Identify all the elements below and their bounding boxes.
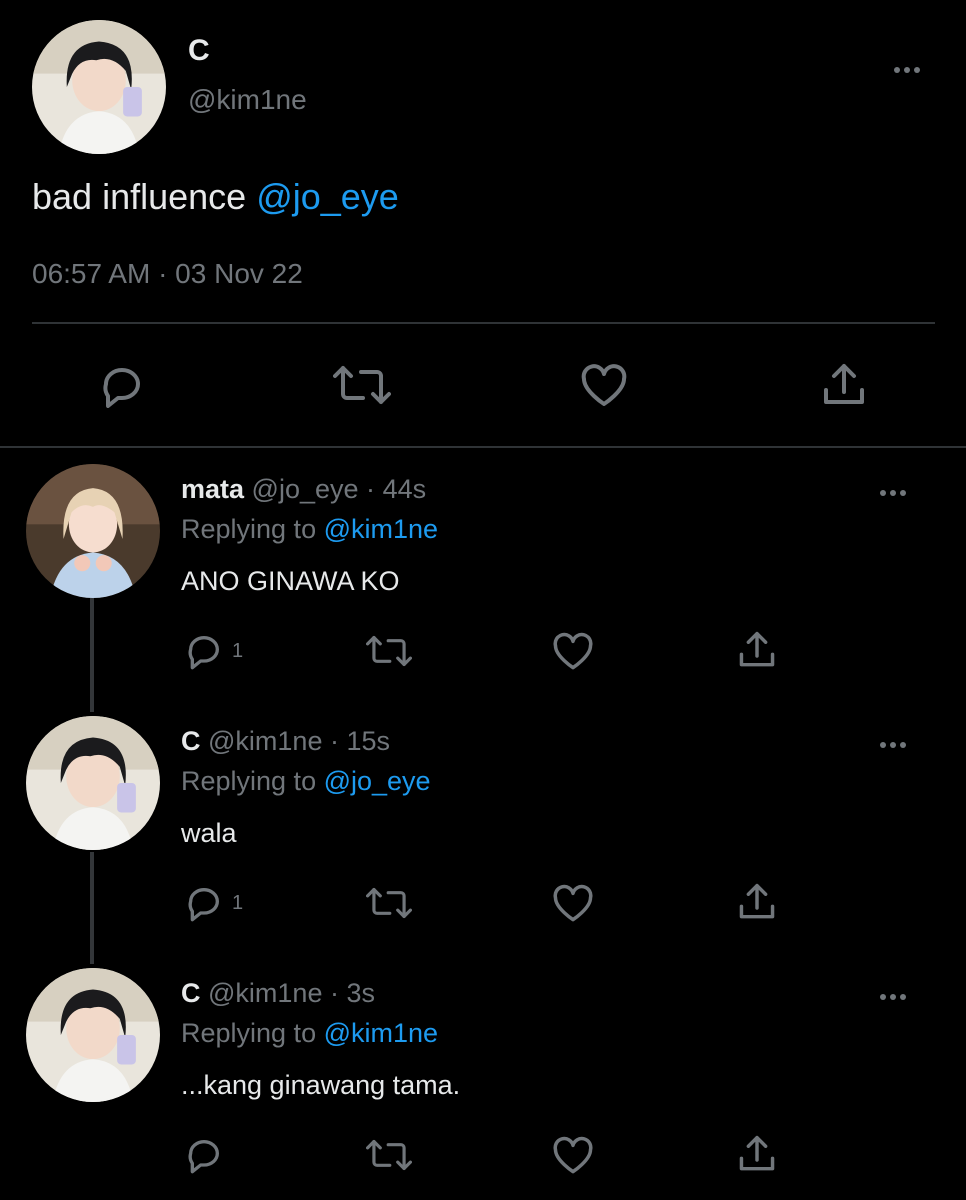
reply-more-icon[interactable] — [880, 735, 920, 755]
thread-line — [90, 852, 94, 964]
retweet-icon[interactable] — [366, 1138, 412, 1172]
reply-header: C @kim1ne · 3s — [181, 978, 375, 1009]
main-divider — [32, 322, 935, 324]
replying-to-mention[interactable]: @kim1ne — [324, 514, 438, 544]
reply-handle[interactable]: @kim1ne — [208, 978, 322, 1008]
replying-to-label: Replying to — [181, 766, 324, 796]
reply-text: wala — [181, 818, 237, 848]
reply-count: 1 — [232, 640, 244, 662]
share-icon[interactable] — [738, 630, 776, 670]
heart-icon[interactable] — [552, 1136, 594, 1174]
replying-to-line: Replying to @jo_eye — [181, 766, 431, 797]
share-icon[interactable] — [738, 1134, 776, 1174]
heart-icon[interactable] — [552, 632, 594, 670]
main-more-icon[interactable] — [894, 60, 934, 80]
reply-more-icon[interactable] — [880, 483, 920, 503]
main-display-name[interactable]: C — [188, 34, 210, 68]
reply-display-name[interactable]: mata — [181, 474, 244, 504]
reply-dot: · — [329, 978, 339, 1008]
main-tweet-mention[interactable]: @jo_eye — [256, 176, 399, 217]
reply-avatar[interactable] — [26, 716, 160, 850]
reply-avatar[interactable] — [26, 464, 160, 598]
reply-avatar[interactable] — [26, 968, 160, 1102]
heart-icon[interactable] — [552, 884, 594, 922]
reply-icon[interactable] — [184, 1136, 224, 1174]
reply-icon[interactable] — [184, 884, 224, 922]
main-timestamp[interactable]: 06:57 AM · 03 Nov 22 — [32, 258, 303, 290]
replying-to-label: Replying to — [181, 1018, 324, 1048]
main-heart-icon[interactable] — [580, 364, 628, 406]
reply-header: C @kim1ne · 15s — [181, 726, 390, 757]
reply-display-name[interactable]: C — [181, 978, 201, 1008]
reply-count: 1 — [232, 892, 244, 914]
reply-display-name[interactable]: C — [181, 726, 201, 756]
replying-to-label: Replying to — [181, 514, 324, 544]
reply-text: ANO GINAWA KO — [181, 566, 400, 596]
thread-separator — [0, 446, 966, 448]
replying-to-line: Replying to @kim1ne — [181, 514, 438, 545]
reply-icon[interactable] — [184, 632, 224, 670]
reply-dot: · — [366, 474, 376, 504]
main-reply-icon[interactable] — [98, 364, 146, 408]
replying-to-mention[interactable]: @jo_eye — [324, 766, 431, 796]
reply-header: mata @jo_eye · 44s — [181, 474, 426, 505]
main-retweet-icon[interactable] — [333, 364, 391, 406]
main-tweet-text: bad influence @jo_eye — [32, 176, 399, 218]
thread-line — [90, 598, 94, 712]
reply-age[interactable]: 15s — [347, 726, 391, 756]
reply-handle[interactable]: @kim1ne — [208, 726, 322, 756]
reply-age[interactable]: 44s — [383, 474, 427, 504]
share-icon[interactable] — [738, 882, 776, 922]
retweet-icon[interactable] — [366, 886, 412, 920]
reply-age[interactable]: 3s — [347, 978, 376, 1008]
reply-more-icon[interactable] — [880, 987, 920, 1007]
main-avatar[interactable] — [32, 20, 166, 154]
reply-dot: · — [329, 726, 339, 756]
reply-text: ...kang ginawang tama. — [181, 1070, 461, 1100]
replying-to-line: Replying to @kim1ne — [181, 1018, 438, 1049]
reply-handle[interactable]: @jo_eye — [252, 474, 359, 504]
main-share-icon[interactable] — [822, 362, 866, 408]
replying-to-mention[interactable]: @kim1ne — [324, 1018, 438, 1048]
main-handle[interactable]: @kim1ne — [188, 84, 307, 116]
main-tweet-text-plain: bad influence — [32, 176, 257, 217]
retweet-icon[interactable] — [366, 634, 412, 668]
